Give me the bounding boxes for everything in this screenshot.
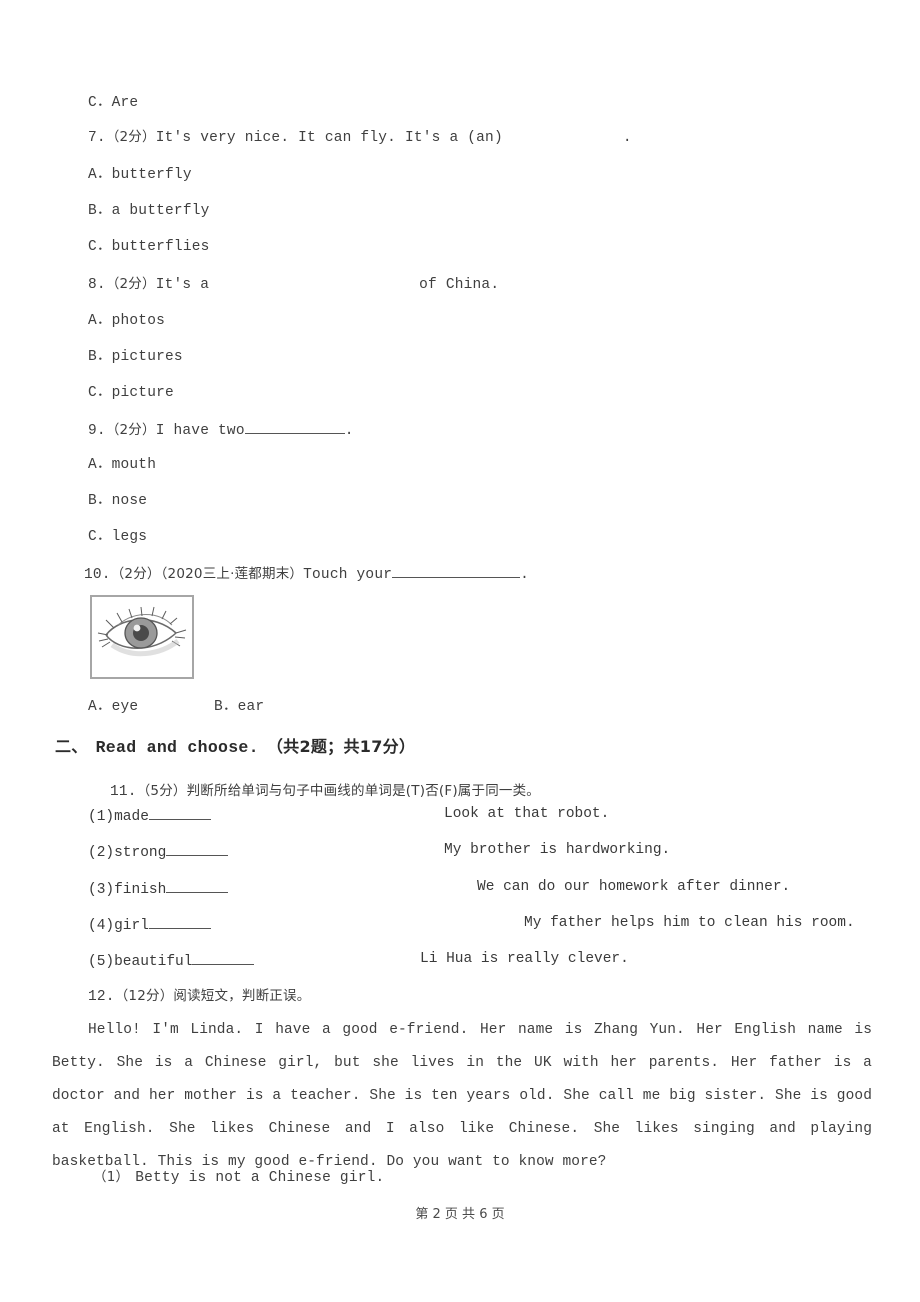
question-text-end: of China. [419, 277, 500, 293]
sub-item-label: (1)made [88, 806, 211, 825]
question-9-stem: 9.（2分）I have two. [88, 420, 354, 440]
option-item: A．mouth [88, 457, 157, 473]
question-number: 10. [84, 567, 111, 583]
reading-passage: Hello! I'm Linda. I have a good e-friend… [52, 1022, 872, 1170]
sub-item-sentence: Li Hua is really clever. [420, 951, 629, 967]
exam-page: C．Are 7.（2分）It's very nice. It can fly. … [0, 0, 920, 1302]
page-footer: 第 2 页 共 6 页 [0, 1203, 920, 1223]
question-number: 8. [88, 277, 106, 293]
option-item: B．pictures [88, 349, 183, 365]
sub-item-word: (2)strong [88, 845, 167, 861]
question-text: It's very nice. It can fly. It's a (an) [155, 130, 503, 146]
answer-blank-line [148, 915, 211, 929]
question-8-stem: 8.（2分）It's a of China. [88, 275, 499, 294]
question-text-end: . [622, 130, 632, 146]
sub-item-label: (5)beautiful [88, 951, 255, 970]
answer-blank-line [244, 420, 345, 434]
question-7-stem: 7.（2分）It's very nice. It can fly. It's a… [88, 128, 632, 147]
answer-blank-line [166, 879, 229, 893]
option-item: C．Are [88, 95, 139, 111]
answer-blank-line [392, 564, 521, 578]
answer-blank-line [148, 806, 211, 820]
eye-icon [92, 597, 192, 677]
question-12-sub-item: （1） Betty is not a Chinese girl. [93, 1168, 384, 1187]
question-prompt: 阅读短文，判断正误。 [173, 988, 311, 1004]
question-prompt: 判断所给单词与句子中画线的单词是(T)否(F)属于同一类。 [186, 783, 540, 799]
question-text-end: . [520, 567, 530, 583]
sub-item-label: (4)girl [88, 915, 211, 934]
sub-item-word: (4)girl [88, 918, 149, 934]
question-number: 11. [110, 784, 137, 800]
section-title-text: Read and choose. [95, 738, 259, 757]
sub-item-sentence: My father helps him to clean his room. [524, 915, 855, 931]
sub-item-word: (1)made [88, 809, 149, 825]
question-10-image [90, 595, 194, 679]
option-item: B．ear [214, 699, 265, 715]
section-meta: （共2题；共17分） [266, 737, 416, 756]
question-number: 7. [88, 130, 106, 146]
question-score: （2分） [110, 566, 161, 582]
question-11-stem: 11.（5分）判断所给单词与句子中画线的单词是(T)否(F)属于同一类。 [110, 782, 540, 801]
answer-blank-line [192, 951, 255, 965]
sub-item-sentence: Look at that robot. [444, 806, 610, 822]
sub-item-sentence: We can do our homework after dinner. [477, 879, 791, 895]
sub-item-text: Betty is not a Chinese girl. [135, 1170, 385, 1186]
question-score: （12分） [114, 988, 174, 1004]
option-item: B．nose [88, 493, 148, 509]
page-number-label: 第 2 页 共 6 页 [415, 1207, 505, 1222]
question-number: 9. [88, 423, 106, 439]
question-source: （2020三上·莲都期末） [160, 566, 304, 582]
question-10-stem: 10.（2分）（2020三上·莲都期末）Touch your. [84, 564, 529, 584]
question-text: I have two [155, 423, 245, 439]
option-item: C．legs [88, 529, 148, 545]
option-item: B．a butterfly [88, 203, 210, 219]
question-score: （2分） [105, 422, 156, 438]
option-item: A．eye [88, 699, 139, 715]
question-score: （2分） [105, 276, 156, 292]
sub-item-word: (3)finish [88, 882, 167, 898]
question-12-stem: 12.（12分）阅读短文，判断正误。 [88, 987, 310, 1006]
option-item: C．picture [88, 385, 174, 401]
option-item: A．photos [88, 313, 166, 329]
question-text: It's a [155, 277, 210, 293]
sub-item-number: （1） [93, 1169, 130, 1185]
question-text-end: . [344, 423, 354, 439]
section-heading: 二、 Read and choose. （共2题；共17分） [55, 733, 415, 757]
question-text: Touch your [303, 567, 393, 583]
section-index: 二、 [55, 737, 88, 756]
question-score: （2分） [105, 129, 156, 145]
question-number: 12. [88, 989, 115, 1005]
question-score: （5分） [136, 783, 187, 799]
option-item: C．butterflies [88, 239, 210, 255]
sub-item-label: (2)strong [88, 842, 229, 861]
option-item: A．butterfly [88, 167, 192, 183]
sub-item-sentence: My brother is hardworking. [444, 842, 671, 858]
sub-item-label: (3)finish [88, 879, 229, 898]
answer-blank-line [166, 842, 229, 856]
sub-item-word: (5)beautiful [88, 954, 193, 970]
